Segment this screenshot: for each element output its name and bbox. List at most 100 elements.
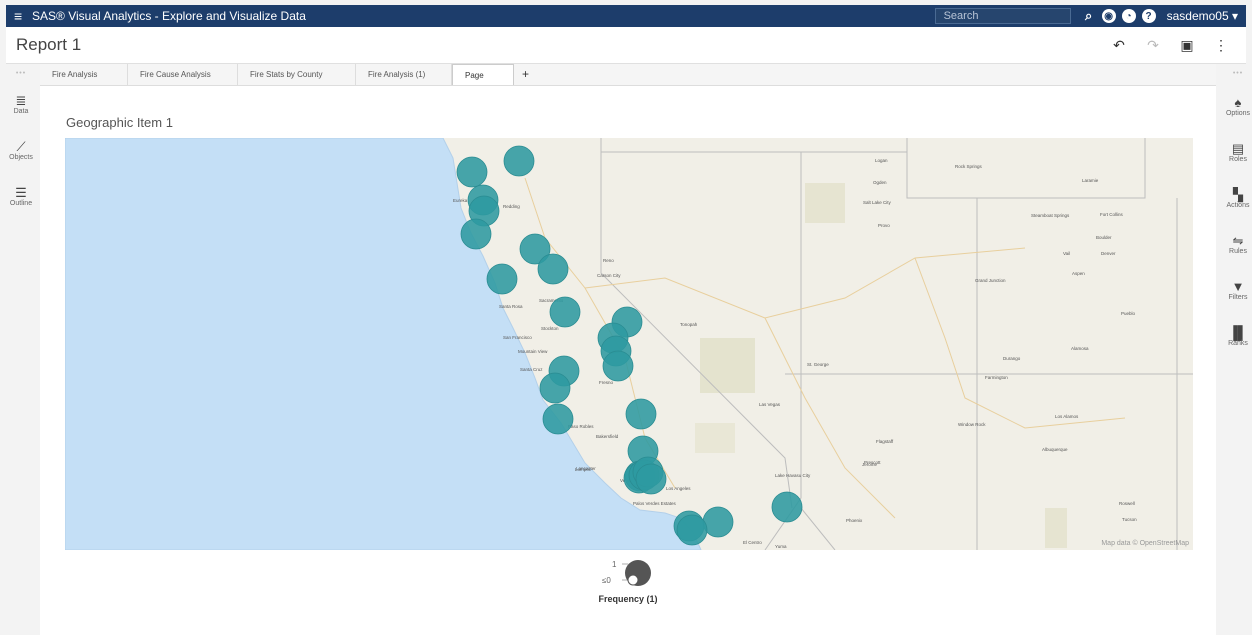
map-svg: Logan Rock Springs Ogden Laramie Salt Lake C…: [65, 138, 1193, 550]
place-label: Provo: [878, 223, 890, 228]
rail-options[interactable]: ♠ Options: [1224, 95, 1252, 118]
search-input[interactable]: Search: [934, 8, 1071, 24]
frequency-bubble[interactable]: [503, 145, 535, 177]
tab-fire-stats-by-county[interactable]: Fire Stats by County: [238, 64, 356, 85]
place-label: Stockton: [541, 326, 559, 331]
search-icon[interactable]: ⌕: [1082, 8, 1096, 23]
tab-fire-cause-analysis[interactable]: Fire Cause Analysis: [128, 64, 238, 85]
place-label: Palos Verdes Estates: [633, 501, 677, 506]
place-label: Eureka: [453, 198, 468, 203]
rail-options-label: Options: [1225, 110, 1251, 117]
rail-ranks-label: Ranks: [1228, 340, 1248, 347]
rail-filters[interactable]: ▼ Filters: [1224, 279, 1252, 302]
user-name: sasdemo05: [1166, 9, 1229, 23]
hamburger-menu-icon[interactable]: ≡: [14, 9, 28, 23]
frequency-bubble[interactable]: [635, 463, 667, 495]
undo-icon[interactable]: ↶: [1110, 36, 1128, 54]
tab-fire-analysis-1[interactable]: Fire Analysis (1): [356, 64, 452, 85]
place-label: San Francisco: [503, 335, 532, 340]
help-icon[interactable]: ?: [1141, 9, 1156, 23]
redo-icon[interactable]: ↷: [1144, 36, 1162, 54]
rail-data[interactable]: ≣ Data: [6, 93, 36, 116]
place-label: Santa Cruz: [520, 367, 543, 372]
filter-icon: ▼: [1231, 279, 1245, 294]
actions-icon: ▚: [1233, 187, 1243, 202]
place-label: Santa Rosa: [499, 304, 523, 309]
frequency-bubble[interactable]: [542, 403, 574, 435]
frequency-bubble[interactable]: [456, 156, 488, 188]
user-menu[interactable]: sasdemo05 ▾: [1167, 9, 1238, 23]
report-title: Report 1: [16, 35, 82, 54]
place-label: Pueblo: [1121, 311, 1136, 316]
outline-list-icon: ☰: [15, 185, 27, 200]
place-label: Los Alamos: [1055, 414, 1079, 419]
options-brush-icon: ♠: [1234, 95, 1242, 110]
place-label: Alamosa: [1071, 346, 1089, 351]
roles-icon: ▤: [1231, 141, 1245, 156]
ranks-icon: ▐▌: [1228, 325, 1248, 340]
place-label: Carson City: [597, 273, 621, 278]
more-options-icon[interactable]: ⋮: [1212, 36, 1230, 54]
rail-objects-label: Objects: [9, 154, 33, 161]
place-label: Laramie: [1082, 178, 1099, 183]
collapse-handle-right[interactable]: •••: [1224, 70, 1252, 77]
place-label: Flagstaff: [876, 439, 894, 444]
rail-outline-label: Outline: [9, 200, 33, 207]
place-label: Window Rock: [958, 422, 986, 427]
frequency-bubble[interactable]: [537, 253, 569, 285]
frequency-bubble[interactable]: [460, 218, 492, 250]
place-label: Fort Collins: [1100, 212, 1124, 217]
place-label: Fresno: [599, 380, 614, 385]
frequency-bubble[interactable]: [676, 514, 708, 546]
place-label: Phoenix: [846, 518, 863, 523]
frequency-bubble[interactable]: [549, 296, 581, 328]
geo-map[interactable]: Logan Rock Springs Ogden Laramie Salt Lake C…: [65, 138, 1193, 550]
place-label: Reno: [603, 258, 614, 263]
place-label: Aspen: [1072, 271, 1085, 276]
rail-ranks[interactable]: ▐▌ Ranks: [1224, 325, 1252, 348]
place-label: Yuma: [775, 544, 787, 549]
rail-outline[interactable]: ☰ Outline: [6, 185, 36, 208]
frequency-bubble[interactable]: [602, 350, 634, 382]
rail-roles[interactable]: ▤ Roles: [1224, 141, 1252, 164]
frequency-bubble[interactable]: [539, 372, 571, 404]
apps-icon[interactable]: ◉: [1101, 9, 1116, 23]
place-label: Vail: [1063, 251, 1070, 256]
place-label: Prescott: [864, 460, 881, 465]
place-label: Mountain View: [518, 349, 548, 354]
frequency-bubble[interactable]: [625, 398, 657, 430]
legend-min-label: ≤0: [602, 576, 611, 585]
app-title-bar: ≡ SAS® Visual Analytics - Explore and Vi…: [6, 5, 1246, 27]
legend-max-label: 1: [612, 560, 617, 569]
line-chart-icon: ⟋: [16, 139, 26, 154]
place-label: Farmington: [985, 375, 1008, 380]
frequency-bubble[interactable]: [486, 263, 518, 295]
rail-data-label: Data: [13, 108, 29, 115]
rail-objects[interactable]: ⟋ Objects: [6, 139, 36, 162]
database-icon: ≣: [15, 93, 27, 108]
place-label: Redding: [503, 204, 520, 209]
place-label: Steamboat Springs: [1031, 213, 1070, 218]
app-title: SAS® Visual Analytics - Explore and Visu…: [32, 9, 306, 23]
frequency-bubble[interactable]: [771, 491, 803, 523]
tab-page-5[interactable]: Page 5⋮: [452, 64, 514, 101]
place-label: Bakersfield: [596, 434, 619, 439]
place-label: Durango: [1003, 356, 1021, 361]
rail-filters-label: Filters: [1228, 294, 1248, 301]
frequency-bubble[interactable]: [702, 506, 734, 538]
place-label: Lompoc: [575, 467, 592, 472]
place-label: Grand Junction: [975, 278, 1006, 283]
add-page-button[interactable]: +: [514, 64, 537, 85]
notifications-icon[interactable]: ◔: [1121, 9, 1136, 23]
report-header: Report 1 ↶ ↷ ▣ ⋮: [6, 27, 1246, 64]
tab-fire-analysis[interactable]: Fire Analysis: [40, 64, 128, 85]
rail-rules-label: Rules: [1229, 248, 1247, 255]
save-icon[interactable]: ▣: [1178, 36, 1196, 54]
rail-actions[interactable]: ▚ Actions: [1224, 187, 1252, 210]
place-label: Roswell: [1119, 501, 1135, 506]
rail-rules[interactable]: ⇋ Rules: [1224, 234, 1252, 256]
rail-roles-label: Roles: [1229, 156, 1247, 163]
place-label: Lake Havasu City: [775, 473, 811, 478]
collapse-handle[interactable]: •••: [6, 70, 36, 77]
place-label: El Centro: [743, 540, 762, 545]
